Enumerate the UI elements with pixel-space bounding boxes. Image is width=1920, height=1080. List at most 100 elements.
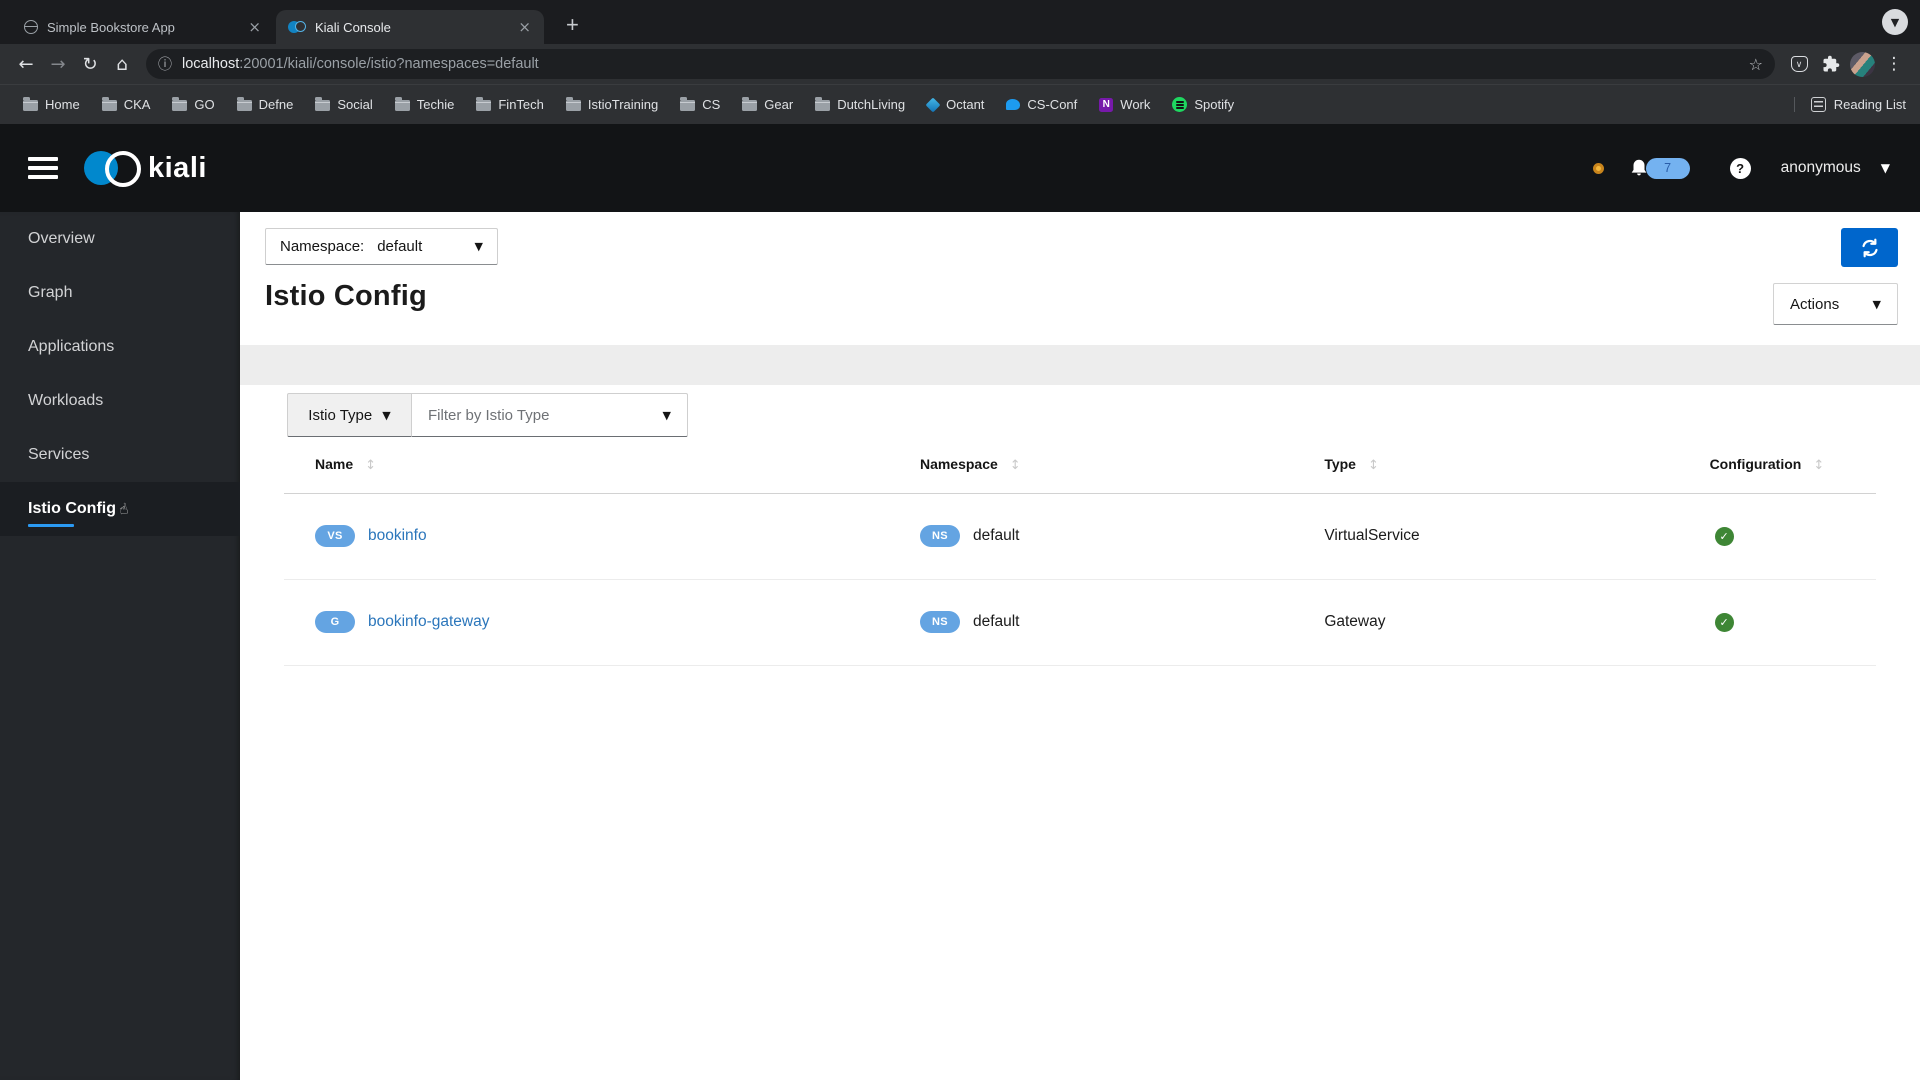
tab-close-icon[interactable]: ×: [515, 18, 534, 36]
sidebar-item-label: Services: [28, 446, 90, 463]
mouse-cursor-icon: ☝: [117, 499, 130, 519]
sidebar-item-services[interactable]: Services: [0, 428, 240, 482]
bookmark-social[interactable]: Social: [306, 93, 381, 116]
bookmark-work[interactable]: Work: [1090, 93, 1159, 116]
config-name-link[interactable]: bookinfo-gateway: [368, 613, 490, 630]
bookmark-label: Octant: [946, 97, 985, 112]
tab-close-icon[interactable]: ×: [245, 18, 264, 36]
user-menu[interactable]: anonymous: [1781, 159, 1861, 177]
istio-config-card: Istio Type ▼ Filter by Istio Type ▼ Name…: [240, 385, 1920, 1080]
chevron-down-icon: ▼: [1872, 297, 1881, 311]
sort-arrows-icon: ↕: [1367, 458, 1379, 474]
site-info-icon[interactable]: ⓘ: [158, 54, 172, 74]
bookmark-home[interactable]: Home: [14, 93, 89, 116]
sidebar-item-graph[interactable]: Graph: [0, 266, 240, 320]
bookmark-fintech[interactable]: FinTech: [467, 93, 553, 116]
bookmark-gear[interactable]: Gear: [733, 93, 802, 116]
table-row: VS bookinfo NS default VirtualService ✓: [284, 493, 1876, 580]
table-row: Gbookinfo-gateway NS default Gateway ✓: [284, 579, 1876, 666]
forward-button-icon[interactable]: →: [42, 48, 74, 80]
bookmark-cs-conf[interactable]: CS-Conf: [997, 93, 1086, 116]
reload-button-icon[interactable]: ↻: [74, 48, 106, 80]
kiali-logo[interactable]: kiali: [84, 150, 207, 187]
notifications-bell[interactable]: 7: [1628, 157, 1690, 179]
column-header-namespace[interactable]: Namespace ↕: [888, 437, 1294, 494]
sidebar-item-label: Applications: [28, 338, 115, 355]
folder-icon: [476, 97, 492, 111]
sidebar-item-workloads[interactable]: Workloads: [0, 374, 240, 428]
column-header-type[interactable]: Type ↕: [1293, 437, 1679, 494]
brand-name: kiali: [148, 151, 207, 184]
user-caret-icon[interactable]: ▼: [1881, 161, 1890, 175]
folder-icon: [815, 97, 831, 111]
reading-list-button[interactable]: Reading List: [1793, 97, 1906, 112]
sort-arrows-icon: ↕: [365, 458, 377, 474]
reading-list-icon: [1810, 97, 1826, 112]
extensions-puzzle-icon[interactable]: [1815, 49, 1847, 79]
tab-kiali-console[interactable]: Kiali Console ×: [276, 10, 544, 44]
tab-title: Simple Bookstore App: [47, 19, 175, 35]
bookmark-label: DutchLiving: [837, 97, 906, 112]
bookmarks-bar: Home CKA GO Defne Social Techie FinTech IstioTr…: [0, 84, 1920, 124]
side-navigation: Overview Graph Applications Workloads Servic…: [0, 212, 240, 1080]
bookmark-istiotraining[interactable]: IstioTraining: [557, 93, 667, 116]
bookmark-defne[interactable]: Defne: [228, 93, 303, 116]
hamburger-menu-icon[interactable]: [28, 157, 58, 179]
bookmark-spotify[interactable]: Spotify: [1163, 93, 1243, 116]
globe-favicon-icon: [24, 20, 38, 34]
kiali-logo-icon: [84, 150, 142, 187]
column-header-name[interactable]: Name ↕: [284, 437, 889, 494]
istio-status-icon[interactable]: [1592, 162, 1604, 174]
configuration-cell: ✓: [1678, 579, 1876, 666]
config-name-link[interactable]: bookinfo: [368, 527, 427, 544]
namespace-value: default: [377, 238, 423, 255]
bookmark-cka[interactable]: CKA: [93, 93, 160, 116]
tab-search-button[interactable]: ▼: [1882, 9, 1908, 35]
bookmark-dutchliving[interactable]: DutchLiving: [806, 93, 914, 116]
chevron-down-icon: ▼: [662, 408, 671, 422]
sidebar-item-istio-config[interactable]: Istio Config ☝: [0, 482, 240, 536]
section-gap: [240, 345, 1920, 385]
back-button-icon[interactable]: ←: [10, 48, 42, 80]
refresh-icon: [1861, 238, 1878, 257]
bookmark-techie[interactable]: Techie: [386, 93, 464, 116]
sort-arrows-icon: ↕: [1009, 458, 1021, 474]
profile-avatar[interactable]: [1850, 51, 1875, 77]
bookmark-label: Work: [1120, 97, 1151, 112]
folder-icon: [315, 97, 331, 111]
home-button-icon[interactable]: ⌂: [106, 48, 138, 80]
namespace-badge: NS: [919, 611, 960, 633]
kiali-masthead: kiali 7 ? anonymous ▼: [0, 124, 1920, 212]
namespace-cell: NS default: [888, 493, 1294, 580]
sidebar-item-applications[interactable]: Applications: [0, 320, 240, 374]
filter-category-select[interactable]: Istio Type ▼: [287, 393, 412, 437]
sidebar-item-label: Istio Config: [28, 500, 116, 517]
new-tab-button[interactable]: +: [558, 10, 587, 40]
refresh-button[interactable]: [1841, 228, 1898, 267]
bookmark-go[interactable]: GO: [163, 93, 223, 116]
bookmark-octant[interactable]: Octant: [918, 93, 993, 116]
type-cell: Gateway: [1293, 579, 1679, 666]
tab-title: Kiali Console: [315, 19, 391, 35]
browser-menu-icon[interactable]: ⋮: [1878, 49, 1910, 79]
name-cell: VS bookinfo: [284, 493, 889, 580]
column-label: Name: [315, 456, 354, 473]
column-header-configuration[interactable]: Configuration ↕: [1678, 437, 1876, 494]
actions-dropdown[interactable]: Actions ▼: [1773, 283, 1898, 325]
bookmark-star-icon[interactable]: ☆: [1749, 55, 1763, 74]
twitter-icon: [1006, 99, 1021, 110]
namespace-select[interactable]: Namespace: default ▼: [265, 228, 498, 265]
folder-icon: [172, 97, 188, 111]
folder-icon: [236, 97, 252, 111]
column-label: Configuration: [1709, 456, 1802, 473]
bookmark-cs[interactable]: CS: [671, 93, 729, 116]
help-icon[interactable]: ?: [1729, 157, 1751, 179]
sidebar-item-overview[interactable]: Overview: [0, 212, 240, 266]
pocket-icon[interactable]: ∨: [1783, 49, 1815, 79]
istio-type-badge: G: [315, 611, 355, 633]
bookmark-label: Home: [45, 97, 80, 112]
filter-value-input[interactable]: Filter by Istio Type ▼: [412, 393, 688, 437]
tab-simple-bookstore[interactable]: Simple Bookstore App ×: [12, 10, 274, 44]
sort-arrows-icon: ↕: [1813, 458, 1825, 474]
address-bar[interactable]: ⓘ localhost:20001/kiali/console/istio?na…: [146, 49, 1775, 79]
